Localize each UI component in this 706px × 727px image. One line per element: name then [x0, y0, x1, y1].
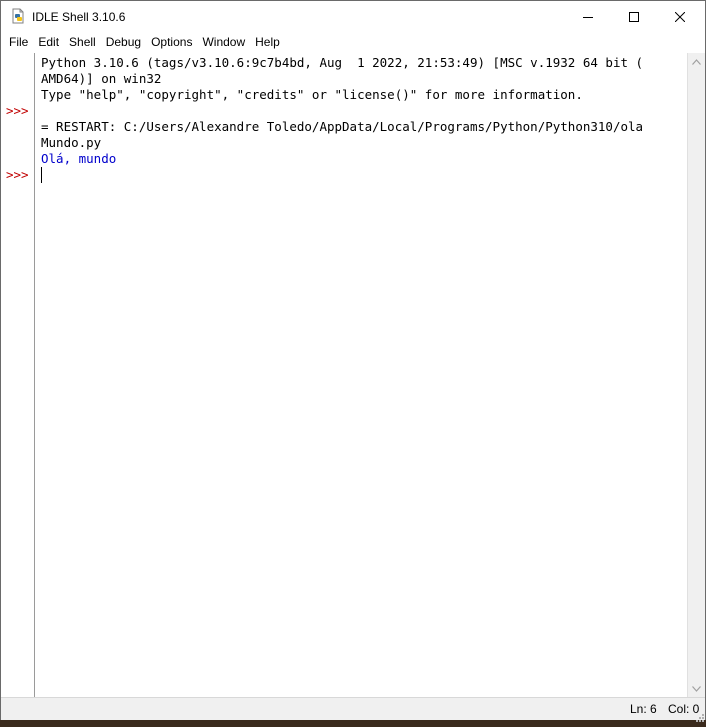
shell-output-line: Type "help", "copyright", "credits" or "… — [41, 87, 583, 102]
shell-output-line: AMD64)] on win32 — [41, 71, 162, 86]
close-button[interactable] — [657, 1, 703, 32]
title-bar[interactable]: IDLE Shell 3.10.6 — [1, 1, 705, 32]
chevron-up-icon — [692, 58, 701, 65]
resize-grip-icon[interactable] — [694, 709, 704, 722]
menu-edit[interactable]: Edit — [33, 33, 64, 52]
minimize-button[interactable] — [565, 1, 611, 32]
idle-shell-window: IDLE Shell 3.10.6 File Edit Shell Debug … — [0, 0, 706, 722]
shell-area: >>> >>> Python 3.10.6 (tags/v3.10.6:9c7b… — [1, 53, 705, 697]
menu-bar: File Edit Shell Debug Options Window Hel… — [1, 32, 705, 53]
close-icon — [675, 11, 685, 22]
chevron-down-icon — [692, 685, 701, 692]
shell-prompt: >>> — [6, 167, 29, 182]
text-cursor — [41, 167, 42, 183]
menu-shell[interactable]: Shell — [64, 33, 101, 52]
menu-options[interactable]: Options — [146, 33, 197, 52]
line-number-status: Ln: 6 — [630, 702, 657, 716]
prompt-sidebar: >>> >>> — [1, 53, 35, 697]
minimize-icon — [583, 16, 593, 18]
shell-output-line: = RESTART: C:/Users/Alexandre Toledo/App… — [41, 119, 644, 134]
program-stdout-line: Olá, mundo — [41, 151, 117, 166]
menu-help[interactable]: Help — [250, 33, 285, 52]
vertical-scrollbar[interactable] — [687, 53, 705, 697]
menu-file[interactable]: File — [1, 33, 33, 52]
maximize-icon — [629, 11, 639, 22]
shell-prompt: >>> — [6, 103, 29, 118]
shell-output-line: Python 3.10.6 (tags/v3.10.6:9c7b4bd, Aug… — [41, 55, 644, 70]
scroll-up-button[interactable] — [688, 53, 705, 70]
python-idle-icon — [10, 8, 26, 24]
menu-debug[interactable]: Debug — [101, 33, 146, 52]
maximize-button[interactable] — [611, 1, 657, 32]
window-title: IDLE Shell 3.10.6 — [32, 10, 126, 24]
status-bar: Ln: 6 Col: 0 — [1, 697, 705, 722]
shell-output-line: Mundo.py — [41, 135, 102, 150]
scroll-down-button[interactable] — [688, 680, 705, 697]
shell-text-area[interactable]: Python 3.10.6 (tags/v3.10.6:9c7b4bd, Aug… — [35, 53, 686, 697]
menu-window[interactable]: Window — [197, 33, 250, 52]
